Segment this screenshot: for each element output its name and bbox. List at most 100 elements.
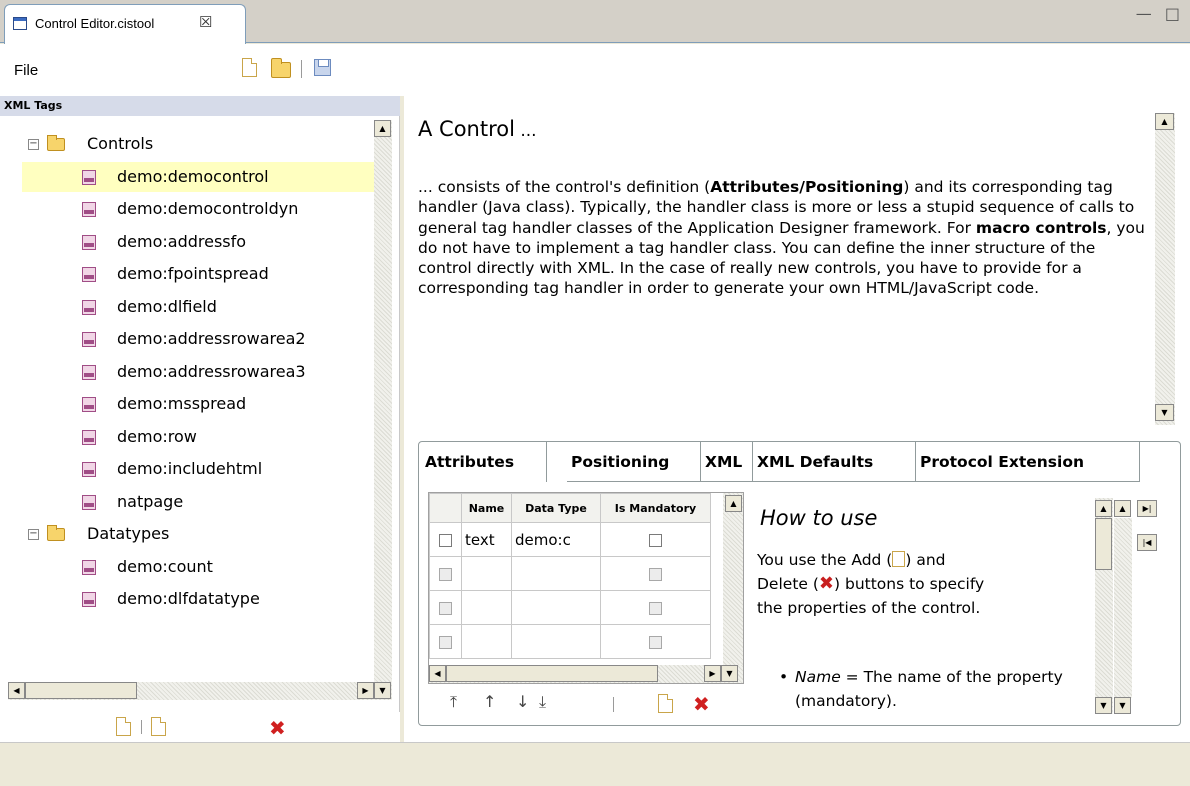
content-scroll-up-icon[interactable]: ▲ <box>1155 113 1174 130</box>
row-checkbox[interactable] <box>439 601 452 615</box>
howto-scroll-up-icon[interactable]: ▲ <box>1095 500 1112 517</box>
status-bar <box>0 742 1190 786</box>
mandatory-checkbox[interactable] <box>649 601 662 615</box>
mandatory-checkbox[interactable] <box>649 533 662 547</box>
table-row[interactable] <box>429 590 711 625</box>
scroll-down-icon[interactable]: ▼ <box>374 682 391 699</box>
name-cell[interactable]: text <box>461 522 512 557</box>
file-menu[interactable]: File <box>14 62 38 79</box>
table-row[interactable] <box>429 556 711 591</box>
tab-xml-defaults[interactable]: XML Defaults <box>753 442 916 482</box>
tree-item[interactable]: natpage <box>22 487 374 517</box>
howto-title: How to use <box>760 506 878 530</box>
editor-tab[interactable]: Control Editor.cistool ☒ <box>4 4 246 44</box>
add-child-icon[interactable] <box>151 717 166 736</box>
save-icon[interactable] <box>314 59 331 76</box>
table-scroll-left-icon[interactable]: ◀ <box>429 665 446 682</box>
move-down-icon[interactable]: ↓ <box>516 692 529 711</box>
tree-item[interactable]: demo:includehtml <box>22 454 374 484</box>
add-attribute-icon[interactable] <box>658 694 673 713</box>
help-scroll-up-icon[interactable]: ▲ <box>1114 500 1131 517</box>
tree-item[interactable]: demo:fpointspread <box>22 259 374 289</box>
tree-item[interactable]: demo:democontrol <box>22 161 374 192</box>
howto-scroll-thumb[interactable] <box>1095 518 1112 570</box>
name-cell[interactable] <box>461 556 512 591</box>
tree-item[interactable]: demo:addressfo <box>22 227 374 257</box>
mandatory-checkbox[interactable] <box>649 635 662 649</box>
tree-item[interactable]: demo:dlfdatatype <box>22 584 374 614</box>
help-scroll-down-icon[interactable]: ▼ <box>1114 697 1131 714</box>
column-header[interactable]: Data Type <box>511 493 601 523</box>
table-hscroll-thumb[interactable] <box>446 665 658 682</box>
mandatory-cell[interactable] <box>600 556 711 591</box>
collapse-icon[interactable]: − <box>28 139 39 150</box>
tree-folder[interactable]: − Controls <box>28 129 368 159</box>
mandatory-cell[interactable] <box>600 522 711 557</box>
scroll-up-icon[interactable]: ▲ <box>374 120 391 137</box>
mandatory-cell[interactable] <box>600 624 711 659</box>
delete-attribute-icon[interactable]: ✖ <box>693 694 710 714</box>
mandatory-cell[interactable] <box>600 590 711 625</box>
row-select-cell[interactable] <box>429 556 462 591</box>
xml-tag-icon <box>82 267 96 282</box>
help-vscroll-track[interactable] <box>1114 518 1132 698</box>
scroll-left-icon[interactable]: ◀ <box>8 682 25 699</box>
collapse-help-icon[interactable]: ▶| <box>1137 500 1157 517</box>
howto-scroll-down-icon[interactable]: ▼ <box>1095 697 1112 714</box>
close-icon[interactable]: ☒ <box>199 13 212 31</box>
data-type-cell[interactable] <box>511 590 601 625</box>
tree-item[interactable]: demo:addressrowarea3 <box>22 357 374 387</box>
tree-item[interactable]: demo:addressrowarea2 <box>22 324 374 354</box>
row-select-cell[interactable] <box>429 522 462 557</box>
new-file-icon[interactable] <box>242 58 257 77</box>
data-type-cell[interactable] <box>511 556 601 591</box>
data-type-cell[interactable]: demo:c <box>511 522 601 557</box>
tab-xml[interactable]: XML <box>701 442 753 482</box>
tree-item[interactable]: demo:dlfield <box>22 292 374 322</box>
column-header[interactable]: Name <box>461 493 512 523</box>
column-header[interactable]: Is Mandatory <box>600 493 711 523</box>
window-buttons[interactable]: — □ <box>1136 4 1184 23</box>
table-row[interactable]: text demo:c <box>429 522 711 557</box>
content-vscroll-track[interactable] <box>1155 113 1175 425</box>
expand-help-icon[interactable]: |◀ <box>1137 534 1157 551</box>
content-scroll-down-icon[interactable]: ▼ <box>1155 404 1174 421</box>
row-checkbox[interactable] <box>439 567 452 581</box>
name-cell[interactable] <box>461 590 512 625</box>
move-bottom-icon[interactable]: ⤓ <box>539 692 546 712</box>
attributes-table: Name Data Type Is Mandatory text demo:c ▲… <box>428 492 744 684</box>
collapse-icon[interactable]: − <box>28 529 39 540</box>
tree-folder[interactable]: − Datatypes <box>28 519 368 549</box>
howto-text: You use the Add () and Delete (✖) button… <box>757 548 1087 620</box>
data-type-cell[interactable] <box>511 624 601 659</box>
row-checkbox[interactable] <box>439 635 452 649</box>
tree-hscroll-thumb[interactable] <box>25 682 137 699</box>
move-up-icon[interactable]: ↑ <box>483 692 496 711</box>
row-checkbox[interactable] <box>439 533 452 547</box>
tree-item[interactable]: demo:democontroldyn <box>22 194 374 224</box>
row-select-cell[interactable] <box>429 590 462 625</box>
table-vscroll-track[interactable] <box>723 493 743 665</box>
table-row[interactable] <box>429 624 711 659</box>
mandatory-checkbox[interactable] <box>649 567 662 581</box>
delete-icon[interactable]: ✖ <box>269 718 286 738</box>
tree-item[interactable]: demo:row <box>22 422 374 452</box>
tree-item[interactable]: demo:msspread <box>22 389 374 419</box>
table-scroll-down-icon[interactable]: ▼ <box>721 665 738 682</box>
tab-attributes[interactable]: Attributes <box>421 442 547 482</box>
tree-vscroll-track[interactable] <box>374 120 392 686</box>
open-folder-icon[interactable] <box>271 58 291 78</box>
name-cell[interactable] <box>461 624 512 659</box>
move-top-icon[interactable]: ⤒ <box>450 692 457 712</box>
add-sibling-icon[interactable] <box>116 717 131 736</box>
tree-item-label: demo:addressrowarea3 <box>117 361 306 381</box>
tree-item-label: natpage <box>117 491 184 511</box>
tab-protocol-extension[interactable]: Protocol Extension <box>916 442 1140 482</box>
tab-positioning[interactable]: Positioning <box>567 442 701 482</box>
tree-item[interactable]: demo:count <box>22 552 374 582</box>
xml-tag-icon <box>82 397 96 412</box>
row-select-cell[interactable] <box>429 624 462 659</box>
scroll-right-icon[interactable]: ▶ <box>357 682 374 699</box>
table-scroll-up-icon[interactable]: ▲ <box>725 495 742 512</box>
table-scroll-right-icon[interactable]: ▶ <box>704 665 721 682</box>
